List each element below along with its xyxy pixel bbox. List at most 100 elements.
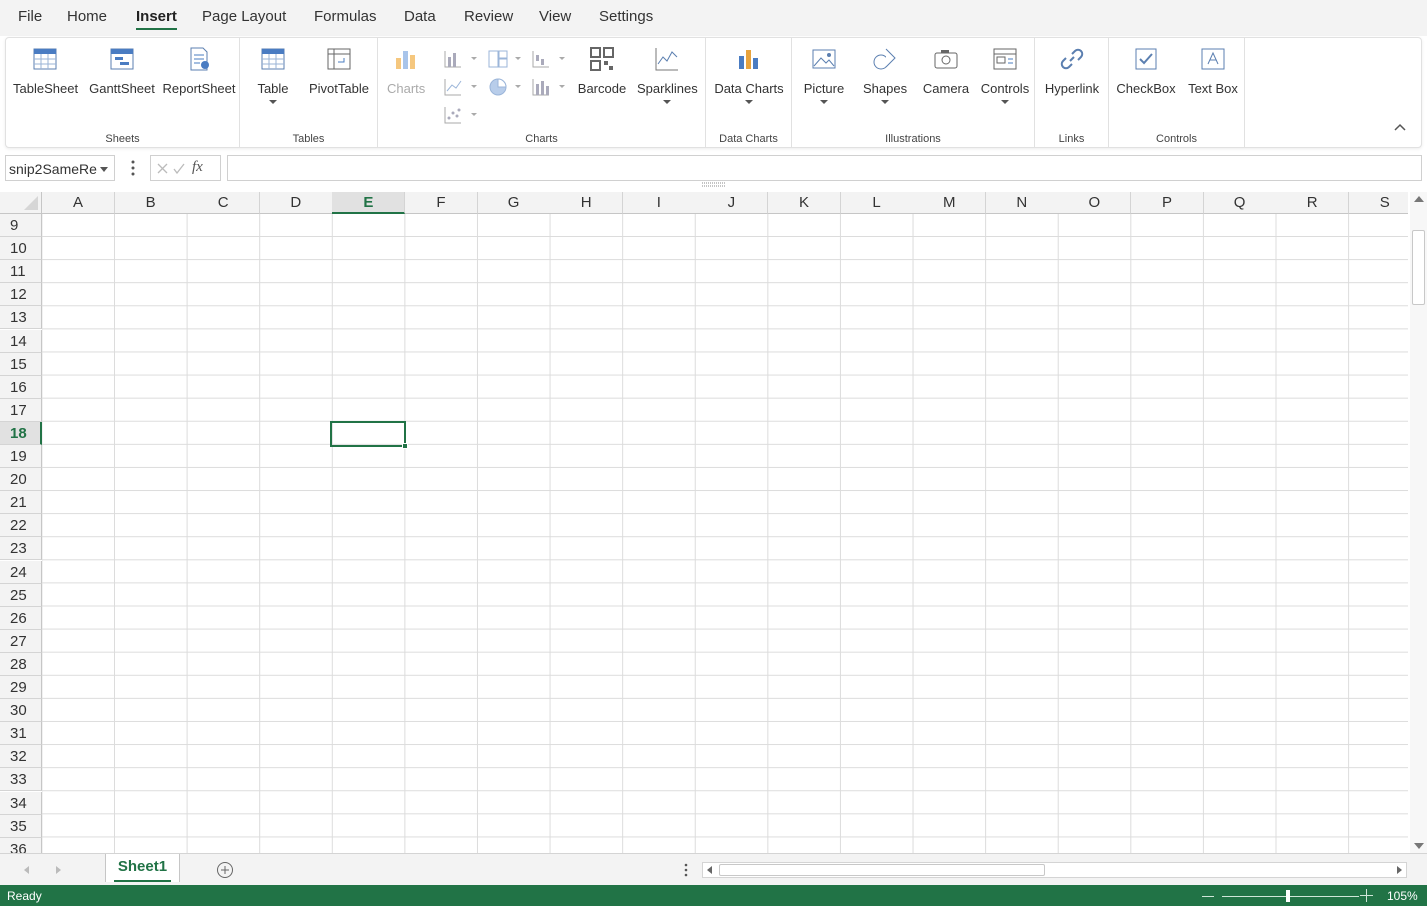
next-sheet-icon[interactable] (56, 866, 61, 874)
column-header-l[interactable]: L (840, 192, 914, 214)
row-header-34[interactable]: 34 (0, 791, 42, 815)
column-header-r[interactable]: R (1276, 192, 1350, 214)
column-header-n[interactable]: N (985, 192, 1059, 214)
row-header-28[interactable]: 28 (0, 652, 42, 676)
shapes-button[interactable]: Shapes (863, 46, 907, 104)
column-header-i[interactable]: I (622, 192, 696, 214)
tab-formulas[interactable]: Formulas (314, 8, 377, 25)
column-header-q[interactable]: Q (1203, 192, 1277, 214)
checkbox-button[interactable]: CheckBox (1115, 46, 1177, 96)
column-header-s[interactable]: S (1348, 192, 1408, 214)
column-header-m[interactable]: M (913, 192, 987, 214)
charts-button[interactable]: Charts (387, 46, 425, 96)
line-chart-icon[interactable] (442, 76, 478, 98)
row-header-35[interactable]: 35 (0, 814, 42, 838)
table-button[interactable]: Table (255, 46, 291, 104)
reportsheet-button[interactable]: ReportSheet (162, 46, 236, 96)
row-header-19[interactable]: 19 (0, 445, 42, 468)
row-header-33[interactable]: 33 (0, 768, 42, 792)
cancel-icon[interactable] (157, 163, 168, 174)
waterfall-chart-icon[interactable] (530, 48, 566, 70)
data-charts-button[interactable]: Data Charts (713, 46, 785, 104)
tab-insert[interactable]: Insert (136, 8, 177, 30)
row-header-18[interactable]: 18 (0, 421, 42, 445)
row-header-11[interactable]: 11 (0, 260, 42, 284)
spreadsheet-grid[interactable]: A B C D E F G H I J K L M N O P Q R S 9 … (0, 192, 1408, 853)
scroll-left-icon[interactable] (707, 866, 712, 874)
formula-bar-resize-handle[interactable] (702, 182, 726, 187)
sparklines-button[interactable]: Sparklines (637, 46, 698, 104)
collapse-ribbon-icon[interactable] (1393, 122, 1407, 132)
column-header-p[interactable]: P (1131, 192, 1204, 214)
zoom-out-icon[interactable] (1202, 896, 1214, 897)
previous-sheet-icon[interactable] (24, 866, 29, 874)
column-chart-icon[interactable] (442, 48, 478, 70)
add-sheet-icon[interactable] (216, 861, 234, 879)
tab-review[interactable]: Review (464, 8, 513, 25)
name-box-dropdown-icon[interactable] (100, 167, 108, 172)
row-header-10[interactable]: 10 (0, 237, 42, 261)
zoom-in-icon[interactable] (1360, 889, 1373, 902)
row-header-22[interactable]: 22 (0, 514, 42, 538)
confirm-icon[interactable] (173, 163, 185, 174)
insert-function-button[interactable]: fx (192, 159, 203, 176)
tab-page-layout[interactable]: Page Layout (202, 8, 286, 25)
pivottable-button[interactable]: PivotTable (309, 46, 369, 96)
tablesheet-button[interactable]: TableSheet (13, 46, 78, 96)
tab-view[interactable]: View (539, 8, 571, 25)
tab-options-icon[interactable] (684, 863, 688, 877)
row-header-13[interactable]: 13 (0, 306, 42, 330)
statistic-chart-icon[interactable] (530, 76, 566, 98)
sheet-tab-sheet1[interactable]: Sheet1 (105, 854, 180, 882)
picture-button[interactable]: Picture (803, 46, 845, 104)
row-header-17[interactable]: 17 (0, 398, 42, 422)
column-header-k[interactable]: K (768, 192, 841, 214)
fill-handle[interactable] (402, 443, 408, 449)
column-header-f[interactable]: F (405, 192, 478, 214)
controls-button[interactable]: Controls (979, 46, 1031, 104)
row-header-15[interactable]: 15 (0, 352, 42, 376)
more-options-icon[interactable] (131, 159, 135, 177)
select-all-corner[interactable] (0, 192, 42, 214)
row-header-27[interactable]: 27 (0, 629, 42, 653)
column-header-o[interactable]: O (1058, 192, 1132, 214)
hierarchy-chart-icon[interactable] (486, 48, 522, 70)
scroll-down-icon[interactable] (1414, 843, 1424, 849)
tab-data[interactable]: Data (404, 8, 436, 25)
tab-home[interactable]: Home (67, 8, 107, 25)
row-header-12[interactable]: 12 (0, 283, 42, 307)
row-header-21[interactable]: 21 (0, 491, 42, 515)
column-header-b[interactable]: B (114, 192, 188, 214)
row-header-31[interactable]: 31 (0, 722, 42, 746)
vertical-scrollbar[interactable] (1410, 192, 1427, 853)
zoom-slider-thumb[interactable] (1286, 890, 1290, 902)
column-header-c[interactable]: C (187, 192, 261, 214)
column-header-h[interactable]: H (550, 192, 624, 214)
cell-area[interactable] (42, 214, 1408, 853)
horizontal-scroll-thumb[interactable] (719, 864, 1045, 876)
row-header-16[interactable]: 16 (0, 375, 42, 399)
row-header-23[interactable]: 23 (0, 537, 42, 561)
row-header-29[interactable]: 29 (0, 676, 42, 699)
column-header-d[interactable]: D (259, 192, 333, 214)
row-header-36[interactable]: 36 (0, 837, 42, 853)
hyperlink-button[interactable]: Hyperlink (1043, 46, 1101, 96)
row-header-30[interactable]: 30 (0, 699, 42, 723)
column-header-j[interactable]: J (695, 192, 769, 214)
barcode-button[interactable]: Barcode (577, 46, 627, 96)
row-header-14[interactable]: 14 (0, 329, 42, 353)
formula-input[interactable] (227, 155, 1422, 181)
row-header-24[interactable]: 24 (0, 560, 42, 584)
scroll-right-icon[interactable] (1397, 866, 1402, 874)
ganttsheet-button[interactable]: GanttSheet (89, 46, 155, 96)
scroll-up-icon[interactable] (1414, 196, 1424, 202)
horizontal-scrollbar[interactable] (702, 862, 1407, 878)
name-box[interactable]: snip2SameRe (5, 155, 115, 181)
column-header-g[interactable]: G (477, 192, 551, 214)
column-header-e[interactable]: E (332, 192, 406, 214)
pie-chart-icon[interactable] (486, 76, 522, 98)
camera-button[interactable]: Camera (922, 46, 970, 96)
scatter-chart-icon[interactable] (442, 104, 478, 126)
vertical-scroll-thumb[interactable] (1412, 230, 1425, 305)
textbox-button[interactable]: Text Box (1186, 46, 1240, 96)
